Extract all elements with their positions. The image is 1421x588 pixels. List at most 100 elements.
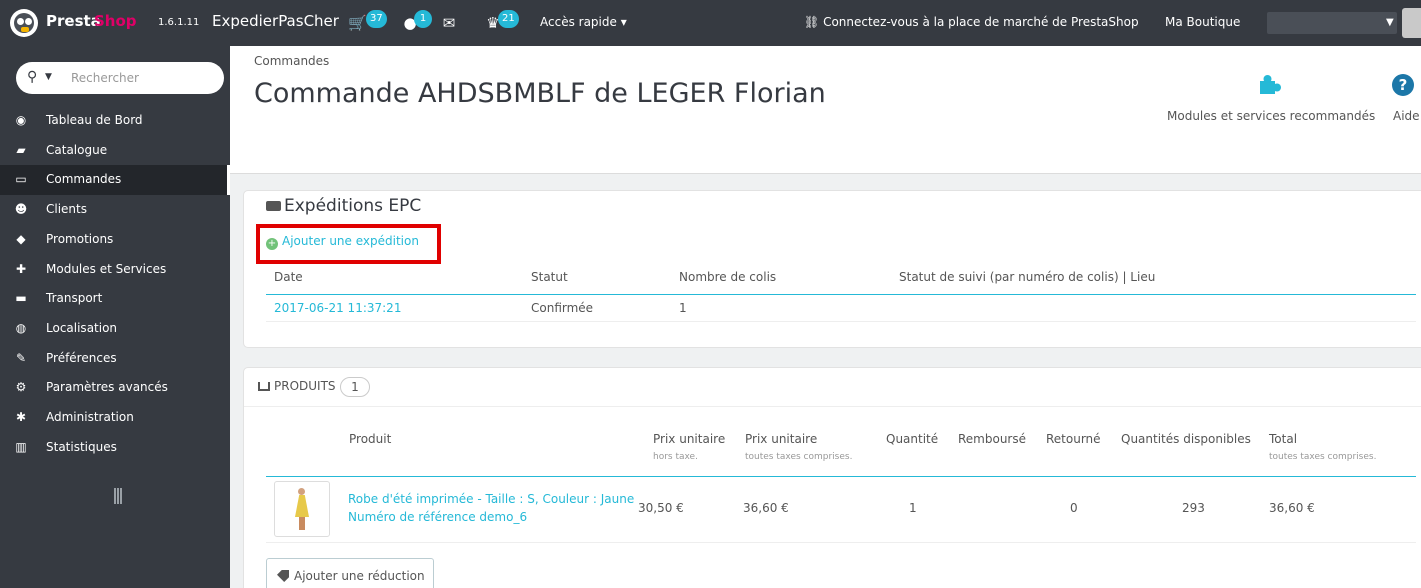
- version-label: 1.6.1.11: [158, 17, 200, 28]
- col-total: Total toutes taxes comprises.: [1269, 432, 1377, 462]
- product-name-link[interactable]: Robe d'été imprimée - Taille : S, Couleu…: [348, 492, 634, 506]
- product-reference[interactable]: Numéro de référence demo_6: [348, 510, 527, 524]
- search-placeholder: Rechercher: [71, 71, 139, 85]
- collapse-sidebar-icon[interactable]: [114, 488, 126, 504]
- gear-icon: ✱: [15, 410, 27, 424]
- table-divider: [266, 294, 1416, 295]
- search-input[interactable]: ⚲ ▼ Rechercher: [16, 62, 224, 94]
- truck-icon: [266, 201, 281, 211]
- table-row-divider: [266, 542, 1416, 543]
- col-refunded: Remboursé: [958, 432, 1027, 446]
- sidebar-item-modules-et-services[interactable]: ✚ Modules et Services: [0, 255, 230, 285]
- products-count-badge: 1: [340, 377, 370, 397]
- avatar[interactable]: [1402, 8, 1421, 38]
- table-row-divider: [266, 321, 1416, 322]
- top-bar: Presta Shop 1.6.1.11 ExpedierPasCher 🛒 3…: [0, 0, 1421, 46]
- sidebar-item-clients[interactable]: ☻ Clients: [0, 195, 230, 225]
- sidebar-item-label: Promotions: [46, 232, 114, 246]
- globe-icon: ◍: [15, 321, 27, 335]
- users-icon: ☻: [14, 202, 28, 216]
- my-shop-link[interactable]: Ma Boutique: [1165, 15, 1240, 29]
- sidebar-item-label: Paramètres avancés: [46, 380, 168, 394]
- sidebar-item-label: Catalogue: [46, 143, 108, 157]
- quick-access-dropdown[interactable]: Accès rapide ▾: [540, 15, 627, 29]
- tag-icon: ◆: [16, 232, 26, 246]
- cart-icon[interactable]: 🛒: [348, 14, 367, 32]
- sidebar-item-label: Transport: [46, 291, 103, 305]
- chevron-down-icon[interactable]: ▼: [45, 72, 52, 82]
- marketplace-link[interactable]: ⛓ Connectez-vous à la place de marché de…: [804, 15, 1139, 29]
- sidebar: ⚲ ▼ Rechercher ◉ Tableau de Bord ▰ Catalogu…: [0, 46, 230, 588]
- sidebar-item-catalogue[interactable]: ▰ Catalogue: [0, 136, 230, 166]
- expedition-packages: 1: [679, 301, 687, 315]
- search-icon[interactable]: ⚲: [27, 69, 37, 85]
- sidebar-item-promotions[interactable]: ◆ Promotions: [0, 225, 230, 255]
- sidebar-item-label: Statistiques: [46, 440, 117, 454]
- col-unit-price-ht: Prix unitaire hors taxe.: [653, 432, 726, 462]
- puzzle-icon[interactable]: [1256, 72, 1282, 98]
- products-panel: Produits 1 Produit Prix unitaire hors tax…: [243, 367, 1421, 588]
- book-icon: ▰: [16, 143, 26, 157]
- add-expedition-label: Ajouter une expédition: [282, 234, 419, 248]
- sidebar-item-label: Administration: [46, 410, 134, 424]
- add-discount-button[interactable]: Ajouter une réduction: [266, 558, 434, 588]
- col-date: Date: [274, 270, 303, 284]
- add-expedition-link[interactable]: + Ajouter une expédition: [266, 234, 419, 250]
- cogs-icon: ⚙: [15, 380, 27, 394]
- col-unit-price-ttc: Prix unitaire toutes taxes comprises.: [745, 432, 853, 462]
- brand-name: Presta: [46, 12, 101, 30]
- sidebar-item-label: Clients: [46, 202, 87, 216]
- col-tracking: Statut de suivi (par numéro de colis) | …: [899, 270, 1156, 284]
- sidebar-item-commandes[interactable]: ▭ Commandes: [0, 165, 230, 195]
- quantity-value: 1: [909, 501, 917, 515]
- modules-services-link[interactable]: Modules et services recommandés: [1167, 109, 1375, 123]
- chevron-down-icon[interactable]: ▼: [1386, 17, 1394, 28]
- col-product: Produit: [349, 432, 392, 446]
- sidebar-item-label: Modules et Services: [46, 262, 167, 276]
- sidebar-item-parametres-avances[interactable]: ⚙ Paramètres avancés: [0, 373, 230, 403]
- sidebar-item-label: Préférences: [46, 351, 117, 365]
- bar-chart-icon: ▥: [15, 440, 27, 454]
- truck-icon: ▬: [15, 291, 27, 305]
- trophies-badge: 21: [498, 10, 519, 28]
- orders-badge: 37: [366, 10, 387, 28]
- breadcrumb[interactable]: Commandes: [254, 54, 329, 68]
- cart-icon: [258, 382, 270, 391]
- wrench-icon: ✎: [15, 351, 27, 365]
- dashboard-icon: ◉: [15, 113, 27, 127]
- available-value: 293: [1182, 501, 1205, 515]
- sidebar-item-localisation[interactable]: ◍ Localisation: [0, 314, 230, 344]
- sidebar-item-tableau-de-bord[interactable]: ◉ Tableau de Bord: [0, 106, 230, 136]
- help-icon[interactable]: ?: [1392, 74, 1414, 96]
- sidebar-item-transport[interactable]: ▬ Transport: [0, 284, 230, 314]
- help-link[interactable]: Aide: [1393, 109, 1420, 123]
- sidebar-item-preferences[interactable]: ✎ Préférences: [0, 344, 230, 374]
- add-discount-label: Ajouter une réduction: [294, 569, 425, 583]
- marketplace-label: Connectez-vous à la place de marché de P…: [823, 15, 1139, 29]
- expedition-status: Confirmée: [531, 301, 594, 315]
- col-quantity: Quantité: [886, 432, 939, 446]
- expeditions-panel: Expéditions EPC + Ajouter une expédition …: [243, 190, 1421, 348]
- sidebar-item-statistiques[interactable]: ▥ Statistiques: [0, 433, 230, 463]
- envelope-icon[interactable]: ✉: [440, 14, 458, 32]
- col-available: Quantités disponibles: [1121, 432, 1251, 446]
- puzzle-icon: ✚: [15, 262, 27, 276]
- shop-name-link[interactable]: ExpedierPasCher: [212, 12, 339, 30]
- employee-dropdown[interactable]: [1267, 12, 1397, 34]
- expedition-date-link[interactable]: 2017-06-21 11:37:21: [274, 301, 401, 315]
- sidebar-item-label: Localisation: [46, 321, 118, 335]
- table-divider: [266, 476, 1416, 477]
- divider: [244, 406, 1421, 407]
- prestashop-logo-icon[interactable]: [10, 9, 38, 37]
- credit-card-icon: ▭: [15, 172, 27, 186]
- col-returned: Retourné: [1046, 432, 1101, 446]
- col-packages: Nombre de colis: [679, 270, 777, 284]
- marketplace-icon: ⛓: [804, 15, 824, 29]
- tag-icon: [277, 570, 289, 582]
- product-thumbnail[interactable]: [274, 481, 330, 537]
- expeditions-title: Expéditions EPC: [266, 189, 421, 223]
- customers-badge: 1: [414, 10, 432, 28]
- unit-price-ht: 30,50 €: [638, 501, 684, 515]
- brand-name-accent: Shop: [94, 12, 137, 30]
- sidebar-item-administration[interactable]: ✱ Administration: [0, 403, 230, 433]
